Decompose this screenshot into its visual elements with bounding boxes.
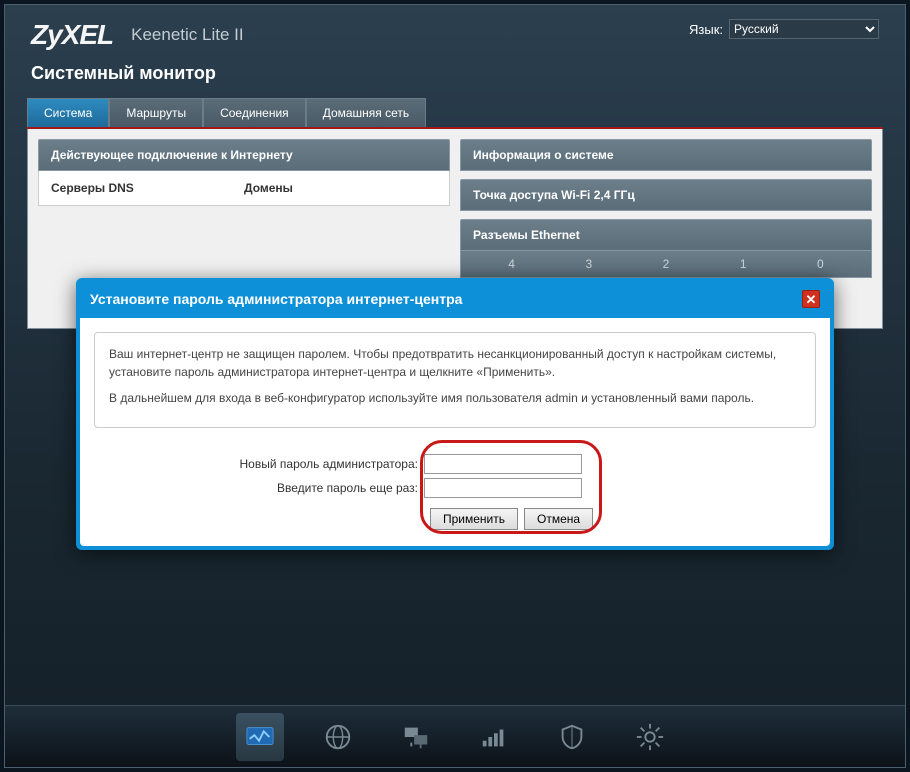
modal: Установите пароль администратора интерне… <box>76 278 834 550</box>
logo: ZyXEL <box>31 19 113 51</box>
eth-port: 3 <box>585 257 592 271</box>
col-dns: Серверы DNS <box>51 181 244 195</box>
panel-internet-header: Действующее подключение к Интернету <box>38 139 450 171</box>
network-icon[interactable] <box>392 713 440 761</box>
wifi-icon[interactable] <box>470 713 518 761</box>
close-icon[interactable]: ✕ <box>802 290 820 308</box>
language-select[interactable]: Русский <box>729 19 879 39</box>
panel-sysinfo-header: Информация о системе <box>460 139 872 171</box>
tab-system[interactable]: Система <box>27 98 109 127</box>
label-new-password: Новый пароль администратора: <box>94 457 424 471</box>
settings-icon[interactable] <box>626 713 674 761</box>
modal-message: Ваш интернет-центр не защищен паролем. Ч… <box>94 332 816 428</box>
apply-button[interactable]: Применить <box>430 508 518 530</box>
bottom-nav <box>5 705 905 767</box>
eth-port: 2 <box>663 257 670 271</box>
panel-eth-header: Разъемы Ethernet <box>460 219 872 251</box>
eth-port: 4 <box>508 257 515 271</box>
tab-connections[interactable]: Соединения <box>203 98 306 127</box>
security-icon[interactable] <box>548 713 596 761</box>
new-password-input[interactable] <box>424 454 582 474</box>
internet-icon[interactable] <box>314 713 362 761</box>
tab-homenet[interactable]: Домашняя сеть <box>306 98 426 127</box>
status-icon[interactable] <box>236 713 284 761</box>
repeat-password-input[interactable] <box>424 478 582 498</box>
tab-routes[interactable]: Маршруты <box>109 98 203 127</box>
eth-port: 1 <box>740 257 747 271</box>
tab-row: Система Маршруты Соединения Домашняя сет… <box>27 98 883 129</box>
cancel-button[interactable]: Отмена <box>524 508 593 530</box>
label-repeat-password: Введите пароль еще раз: <box>94 481 424 495</box>
col-domains: Домены <box>244 181 437 195</box>
model-name: Keenetic Lite II <box>131 25 243 45</box>
modal-title: Установите пароль администратора интерне… <box>90 291 462 307</box>
panel-wifi-header: Точка доступа Wi-Fi 2,4 ГГц <box>460 179 872 211</box>
language-label: Язык: <box>689 22 723 37</box>
eth-port: 0 <box>817 257 824 271</box>
page-title: Системный монитор <box>5 63 905 98</box>
